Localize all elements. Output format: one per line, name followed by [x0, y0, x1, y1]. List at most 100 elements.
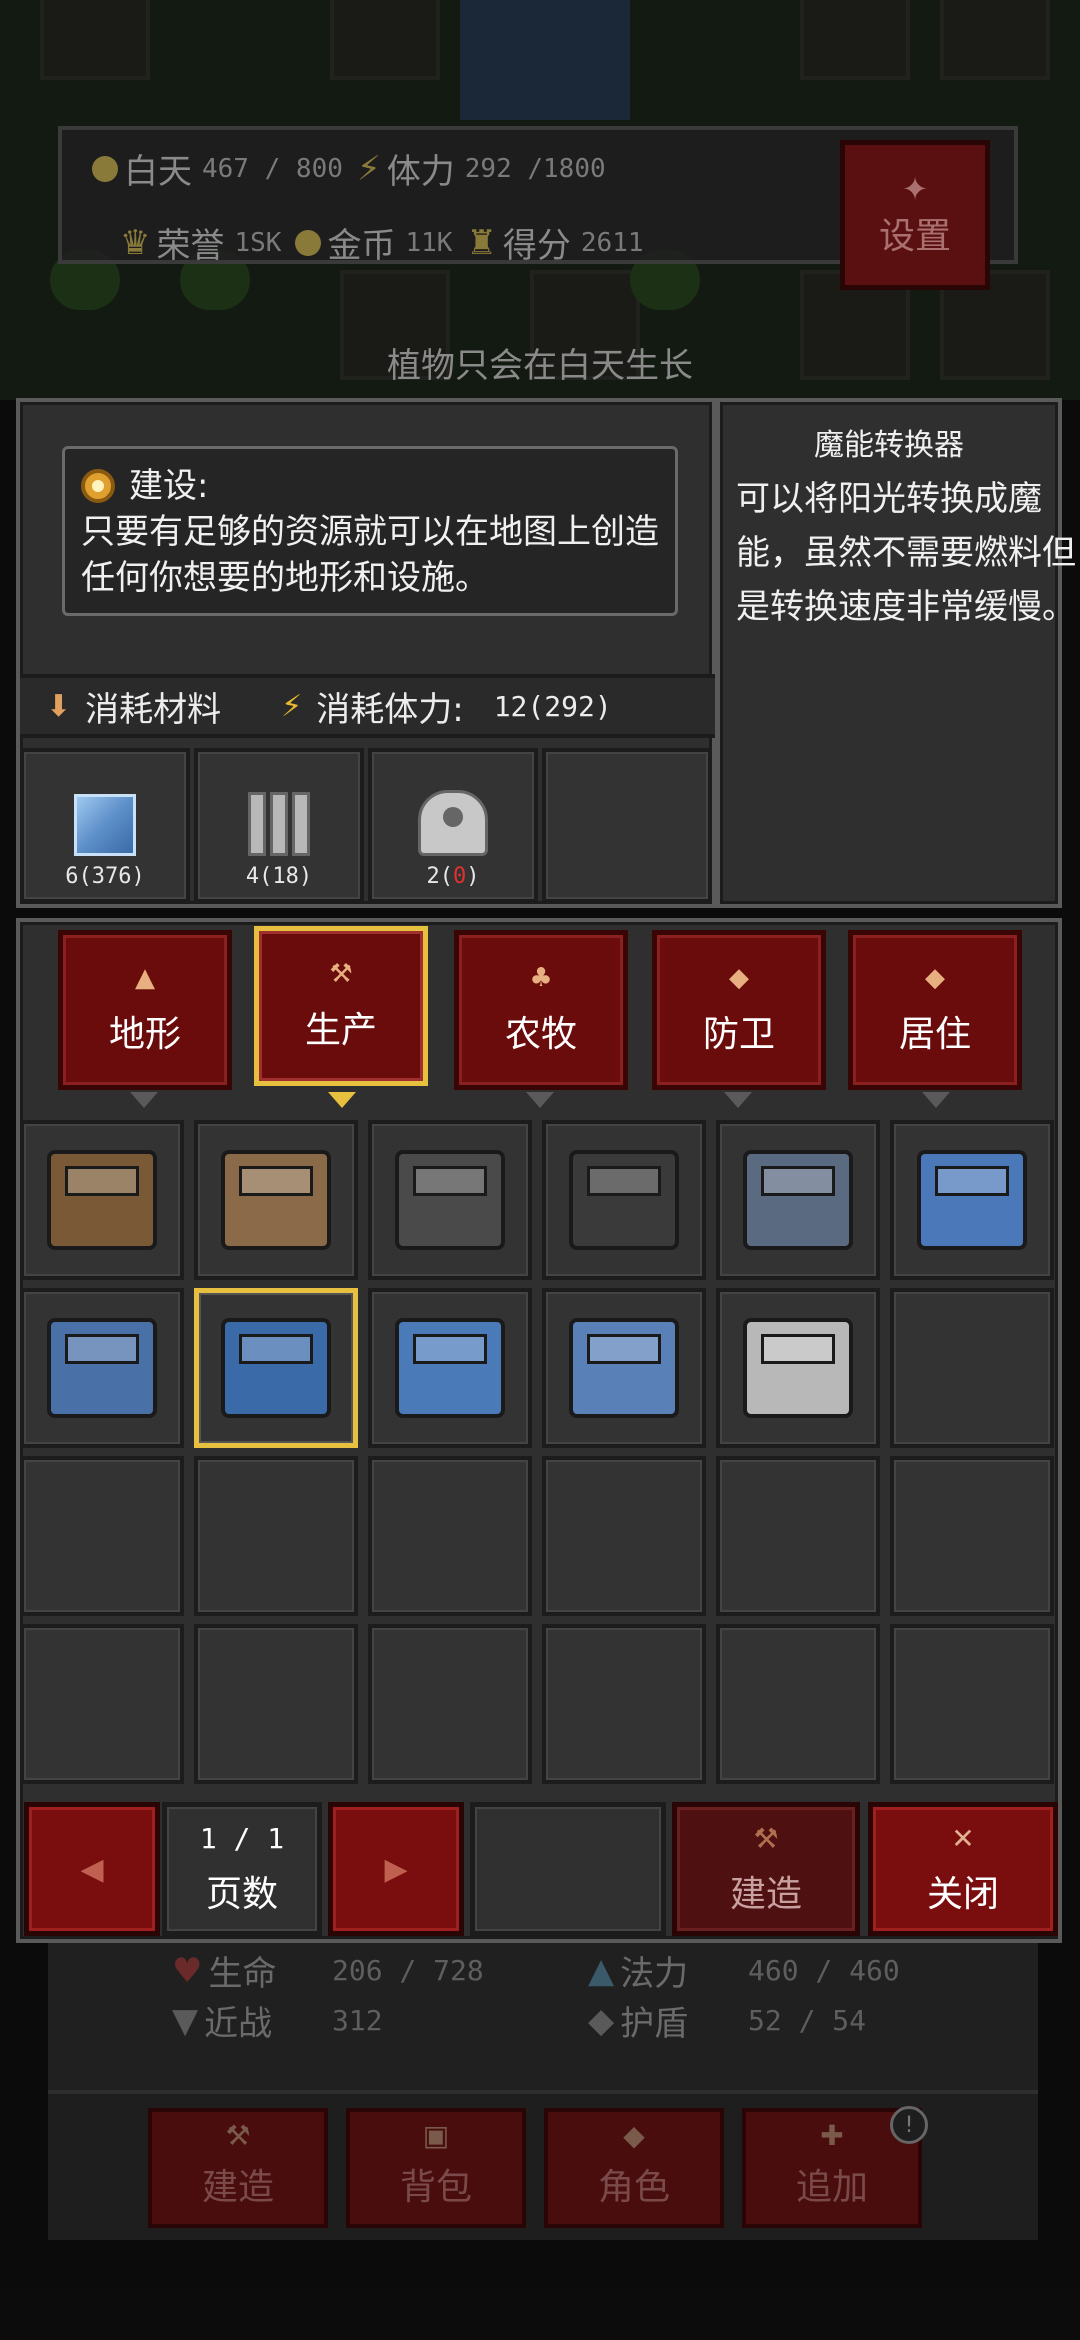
material-slot: 6(376): [20, 748, 190, 903]
distiller-icon: [743, 1318, 853, 1418]
materials-label: 消耗材料: [85, 689, 222, 730]
machine-panel: [413, 1166, 487, 1196]
target-icon: [81, 469, 115, 503]
tab-pointer-active: [328, 1092, 356, 1108]
furnace-icon: [395, 1150, 505, 1250]
score-label: 得分: [502, 226, 571, 266]
building-slot-storage-machine[interactable]: [890, 1120, 1054, 1280]
build-description-text: 只要有足够的资源就可以在地图上创造任何你想要的地形和设施。: [81, 512, 659, 598]
build-description-box: 建设: 只要有足够的资源就可以在地图上创造任何你想要的地形和设施。: [62, 446, 678, 616]
twin-tank-icon: [569, 1318, 679, 1418]
shield-value: 52 / 54: [748, 2004, 867, 2037]
nav-bag-button[interactable]: ▣ 背包: [346, 2108, 526, 2228]
anvil-icon: ⚒: [329, 959, 353, 989]
building-slot-empty: [194, 1456, 358, 1616]
machine-panel: [239, 1166, 313, 1196]
cooking-station-icon: [221, 1150, 331, 1250]
building-slot-empty: [194, 1624, 358, 1784]
tab-pointer: [922, 1092, 950, 1108]
mp-label: 法力: [620, 1954, 689, 1994]
refinery-icon: [743, 1150, 853, 1250]
building-slot-anvil[interactable]: [542, 1120, 706, 1280]
daytime-value: 467 / 800: [202, 153, 343, 184]
machine-panel: [761, 1166, 835, 1196]
honor-label: 荣誉: [156, 226, 225, 266]
arrow-right-icon: ▶: [384, 1851, 408, 1887]
building-slot-empty: [890, 1288, 1054, 1448]
building-slot-distiller[interactable]: [716, 1288, 880, 1448]
tab-defense[interactable]: ◆ 防卫: [652, 930, 826, 1090]
tab-terrain[interactable]: ▲ 地形: [58, 930, 232, 1090]
building-slot-empty: [716, 1624, 880, 1784]
tab-housing[interactable]: ◆ 居住: [848, 930, 1022, 1090]
melee-value: 312: [332, 2004, 383, 2037]
plant-growth-notice: 植物只会在白天生长: [387, 346, 693, 386]
building-slot-magic-converter[interactable]: [194, 1288, 358, 1448]
building-slot-loom[interactable]: [368, 1288, 532, 1448]
shield-small-icon: ◆: [588, 2000, 615, 2041]
shield-label: 护盾: [620, 2004, 689, 2044]
building-slot-furnace[interactable]: [368, 1120, 532, 1280]
honor-value: 1SK: [234, 227, 282, 258]
tab-label: 居住: [898, 1014, 971, 1055]
item-title: 魔能转换器: [814, 428, 964, 463]
close-label: 关闭: [926, 1873, 999, 1915]
sword-icon: ▼: [172, 2000, 199, 2041]
settings-button[interactable]: ✦ 设置: [840, 140, 990, 290]
nav-character-button[interactable]: ◆ 角色: [544, 2108, 724, 2228]
hud-top-row: 白天 467 / 800 ⚡ 体力 292 /1800: [92, 144, 620, 193]
tab-production[interactable]: ⚒ 生产: [254, 926, 428, 1086]
nav-label: 建造: [201, 2167, 274, 2208]
building-slot-empty: [890, 1456, 1054, 1616]
building-slot-refinery[interactable]: [716, 1120, 880, 1280]
hammer-icon: ⚒: [753, 1821, 779, 1855]
prev-page-button[interactable]: ◀: [24, 1802, 160, 1936]
build-info-panel: 建设: 只要有足够的资源就可以在地图上创造任何你想要的地形和设施。 ⬇ 消耗材料…: [16, 398, 716, 908]
stamina-cost-label: 消耗体力:: [316, 689, 464, 730]
stamina-cost-value: 12(292): [493, 689, 612, 723]
page-indicator: 1 / 1 页数: [162, 1802, 322, 1936]
build-button[interactable]: ⚒ 建造: [672, 1802, 860, 1936]
arrow-left-icon: ◀: [80, 1851, 104, 1887]
hp-stat: ♥ 生命 206 / 728: [172, 1946, 484, 1995]
tab-label: 生产: [304, 1010, 377, 1051]
tab-pointer: [130, 1092, 158, 1108]
shield-icon: ◆: [729, 963, 749, 993]
daytime-label: 白天: [124, 152, 192, 192]
mp-stat: ▲ 法力 460 / 460: [588, 1946, 900, 1995]
stamina-icon: ⚡: [281, 688, 303, 724]
machine-panel: [413, 1334, 487, 1364]
nav-build-button[interactable]: ⚒ 建造: [148, 2108, 328, 2228]
building-slot-workbench[interactable]: [20, 1120, 184, 1280]
material-quantity: 6(376): [65, 864, 145, 889]
machine-panel: [761, 1334, 835, 1364]
cost-row: ⬇ 消耗材料 ⚡ 消耗体力: 12(292): [20, 674, 715, 738]
score-value: 2611: [580, 227, 644, 258]
character-stats-panel: ♥ 生命 206 / 728 ▲ 法力 460 / 460 ▼ 近战 312 ◆…: [48, 1930, 1038, 2090]
close-icon: ✕: [951, 1821, 975, 1855]
material-slot: 2(0): [368, 748, 538, 903]
coin-icon: [295, 229, 322, 256]
mp-value: 460 / 460: [748, 1954, 900, 1987]
building-slot-twin-tank[interactable]: [542, 1288, 706, 1448]
sun-icon: [92, 155, 118, 182]
nav-add-button[interactable]: ✚ 追加 !: [742, 2106, 928, 2228]
heart-icon: ♥: [172, 1950, 203, 1991]
building-slot-grinder[interactable]: [20, 1288, 184, 1448]
gold-label: 金币: [327, 226, 396, 266]
alert-badge-icon: !: [890, 2106, 928, 2144]
qty-suffix: ): [466, 864, 480, 889]
close-button[interactable]: ✕ 关闭: [868, 1802, 1058, 1936]
nav-label: 背包: [399, 2167, 472, 2208]
grinder-icon: [47, 1318, 157, 1418]
gold-value: 11K: [405, 227, 453, 258]
stamina-value: 292 /1800: [464, 153, 606, 184]
melee-label: 近战: [204, 2004, 273, 2044]
house-icon: ◆: [925, 963, 945, 993]
glass-block-icon: [74, 794, 136, 856]
building-slot-cooking-station[interactable]: [194, 1120, 358, 1280]
next-page-button[interactable]: ▶: [328, 1802, 464, 1936]
tab-farming[interactable]: ♣ 农牧: [454, 930, 628, 1090]
stamina-label: 体力: [386, 152, 455, 192]
item-info-panel: 魔能转换器 可以将阳光转换成魔能，虽然不需要燃料但是转换速度非常缓慢。: [716, 398, 1076, 908]
